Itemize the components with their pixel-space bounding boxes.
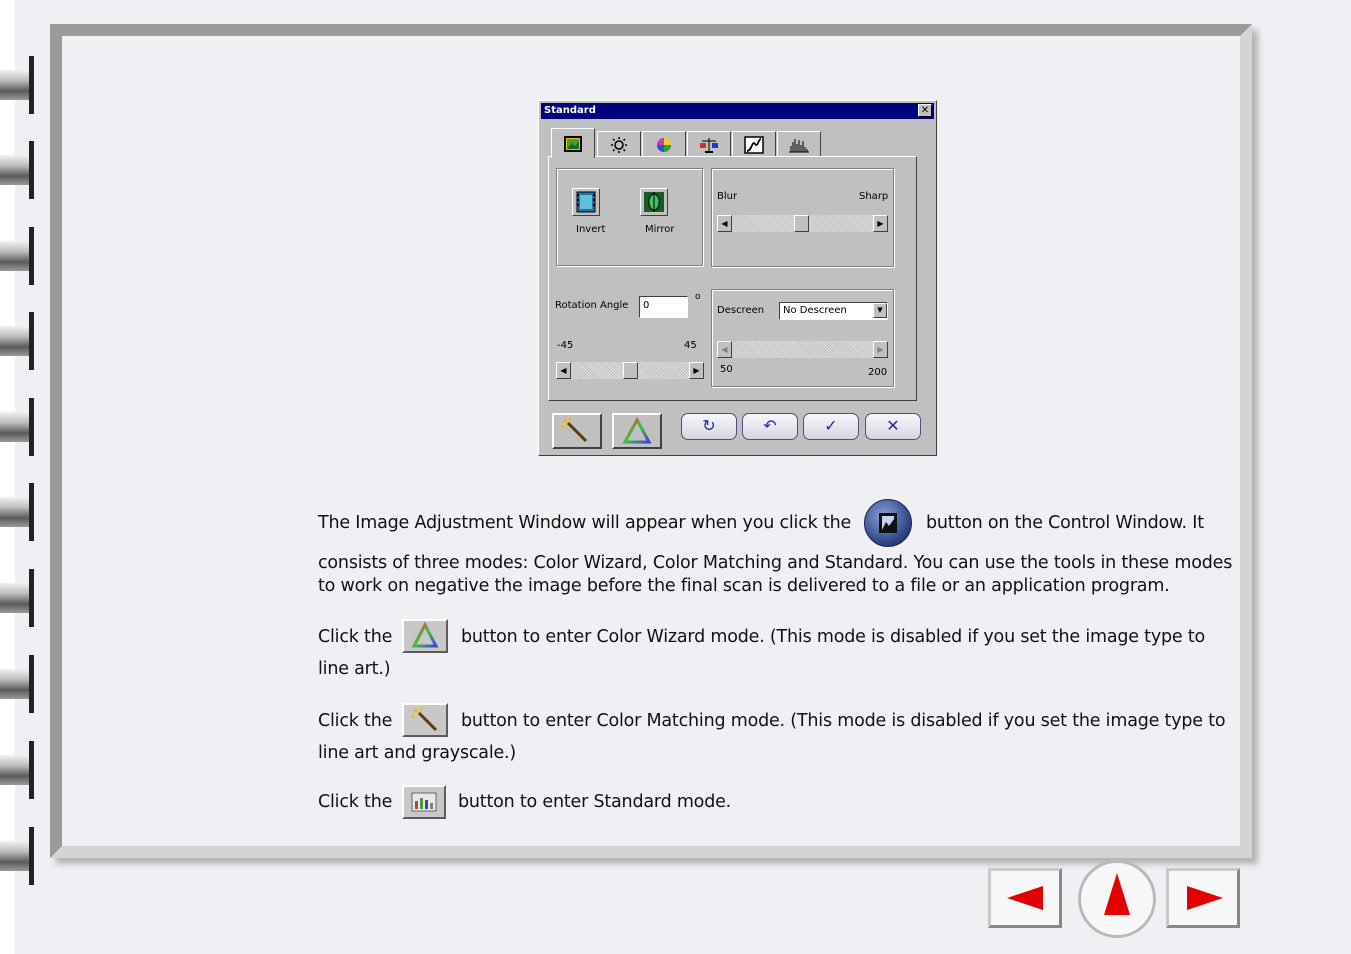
- click-the-text: Click the: [318, 792, 393, 812]
- rotation-angle-label: Rotation Angle: [555, 300, 629, 311]
- binder-ring: [0, 141, 34, 199]
- binder-ring: [0, 312, 34, 370]
- blur-label: Blur: [717, 191, 738, 202]
- balance-icon: [700, 137, 718, 153]
- scroll-left-arrow[interactable]: ◀: [556, 362, 571, 379]
- image-adjustment-button-icon: [864, 499, 912, 547]
- paragraph-1-line-2: consists of three modes: Color Wizard, C…: [318, 553, 1233, 573]
- paragraph-2-line-1: button to enter Color Wizard mode. (This…: [461, 627, 1206, 647]
- slider-thumb[interactable]: [794, 215, 809, 232]
- paragraph-2-line-2: line art.): [318, 659, 391, 679]
- binder-ring: [0, 569, 34, 627]
- scroll-right-arrow[interactable]: ▶: [689, 362, 704, 379]
- invert-icon: [576, 191, 596, 213]
- close-button[interactable]: ✕: [918, 104, 932, 117]
- paragraph-1-line-1a: The Image Adjustment Window will appear …: [318, 513, 852, 533]
- invert-label: Invert: [576, 224, 606, 235]
- home-button[interactable]: [1078, 860, 1156, 938]
- click-the-text: Click the: [318, 627, 393, 647]
- undo-button[interactable]: ↶: [742, 413, 798, 440]
- descreen-max-label: 200: [868, 367, 888, 378]
- mirror-button[interactable]: [640, 188, 668, 216]
- next-page-button[interactable]: [1166, 868, 1240, 928]
- tab-image-adjust[interactable]: [551, 128, 595, 158]
- refresh-icon: ↻: [702, 416, 716, 435]
- image-adjust-icon: [564, 135, 582, 152]
- descreen-min-label: 50: [720, 364, 733, 375]
- color-matching-mode-button[interactable]: [552, 413, 602, 449]
- invert-mirror-group: [556, 168, 703, 266]
- degree-symbol: o: [695, 292, 701, 302]
- descreen-selected: No Descreen: [783, 305, 847, 316]
- mirror-label: Mirror: [645, 224, 675, 235]
- mirror-icon: [644, 192, 664, 212]
- undo-icon: ↶: [763, 416, 777, 435]
- scroll-left-arrow[interactable]: ◀: [717, 215, 732, 232]
- standard-dialog: Standard ✕ Invert Mirror Blur Sharp ◀ ▶ …: [538, 100, 937, 456]
- arrow-up-icon: [1104, 873, 1130, 915]
- dialog-title: Standard: [544, 105, 596, 116]
- scroll-right-arrow[interactable]: ▶: [873, 341, 888, 358]
- tab-balance[interactable]: [687, 131, 731, 157]
- paragraph-1-line-3: to work on negative the image before the…: [318, 576, 1170, 596]
- binder-ring: [0, 56, 34, 114]
- dialog-titlebar: Standard ✕: [541, 103, 934, 119]
- magic-wand-icon: [560, 417, 588, 443]
- rotation-angle-input[interactable]: 0: [639, 296, 688, 318]
- magic-wand-icon: [411, 707, 438, 732]
- check-icon: ✓: [824, 416, 838, 435]
- standard-mode-icon: [411, 792, 437, 812]
- rgb-triangle-icon: [622, 416, 652, 444]
- ok-button[interactable]: ✓: [803, 413, 859, 440]
- binder-ring: [0, 655, 34, 713]
- scroll-right-arrow[interactable]: ▶: [873, 215, 888, 232]
- binder-ring: [0, 398, 34, 456]
- sharpness-slider[interactable]: ◀ ▶: [717, 215, 888, 232]
- binder-ring: [0, 227, 34, 285]
- binder-ring: [0, 827, 34, 885]
- rotation-min-label: -45: [557, 340, 574, 351]
- scroll-left-arrow[interactable]: ◀: [717, 341, 732, 358]
- chevron-down-icon[interactable]: ▼: [873, 303, 887, 318]
- paragraph-3-line-2: line art and grayscale.): [318, 743, 517, 763]
- rotation-max-label: 45: [684, 340, 697, 351]
- binder-ring: [0, 741, 34, 799]
- color-wizard-mode-button[interactable]: [612, 413, 662, 449]
- color-matching-inline-button: [402, 703, 448, 737]
- tab-color[interactable]: [642, 131, 686, 157]
- binder-ring: [0, 483, 34, 541]
- curve-icon: [744, 135, 764, 154]
- arrow-right-icon: [1187, 886, 1223, 910]
- slider-thumb[interactable]: [623, 362, 638, 379]
- previous-page-button[interactable]: [988, 868, 1062, 928]
- standard-inline-button: [402, 785, 446, 819]
- tab-curve[interactable]: [732, 131, 776, 157]
- arrow-left-icon: [1007, 886, 1043, 910]
- rgb-triangle-icon: [411, 621, 439, 648]
- color-wizard-inline-button: [402, 619, 448, 653]
- close-icon: ✕: [886, 416, 900, 435]
- invert-button[interactable]: [572, 188, 600, 216]
- color-wheel-icon: [657, 137, 671, 152]
- tab-brightness[interactable]: [597, 131, 641, 157]
- descreen-label: Descreen: [717, 305, 765, 316]
- descreen-slider[interactable]: ◀ ▶: [717, 341, 888, 358]
- brightness-icon: [611, 136, 627, 153]
- sharp-label: Sharp: [859, 191, 889, 202]
- rotation-slider[interactable]: ◀ ▶: [556, 362, 704, 379]
- paragraph-3-line-1: button to enter Color Matching mode. (Th…: [461, 711, 1226, 731]
- refresh-button[interactable]: ↻: [681, 413, 737, 440]
- paragraph-4-line-1: button to enter Standard mode.: [458, 792, 732, 812]
- cancel-button[interactable]: ✕: [865, 413, 921, 440]
- paragraph-1-line-1b: button on the Control Window. It: [926, 513, 1204, 533]
- histogram-icon: [789, 138, 809, 152]
- tab-histogram[interactable]: [777, 131, 821, 157]
- descreen-select[interactable]: No Descreen ▼: [779, 302, 888, 320]
- click-the-text: Click the: [318, 711, 393, 731]
